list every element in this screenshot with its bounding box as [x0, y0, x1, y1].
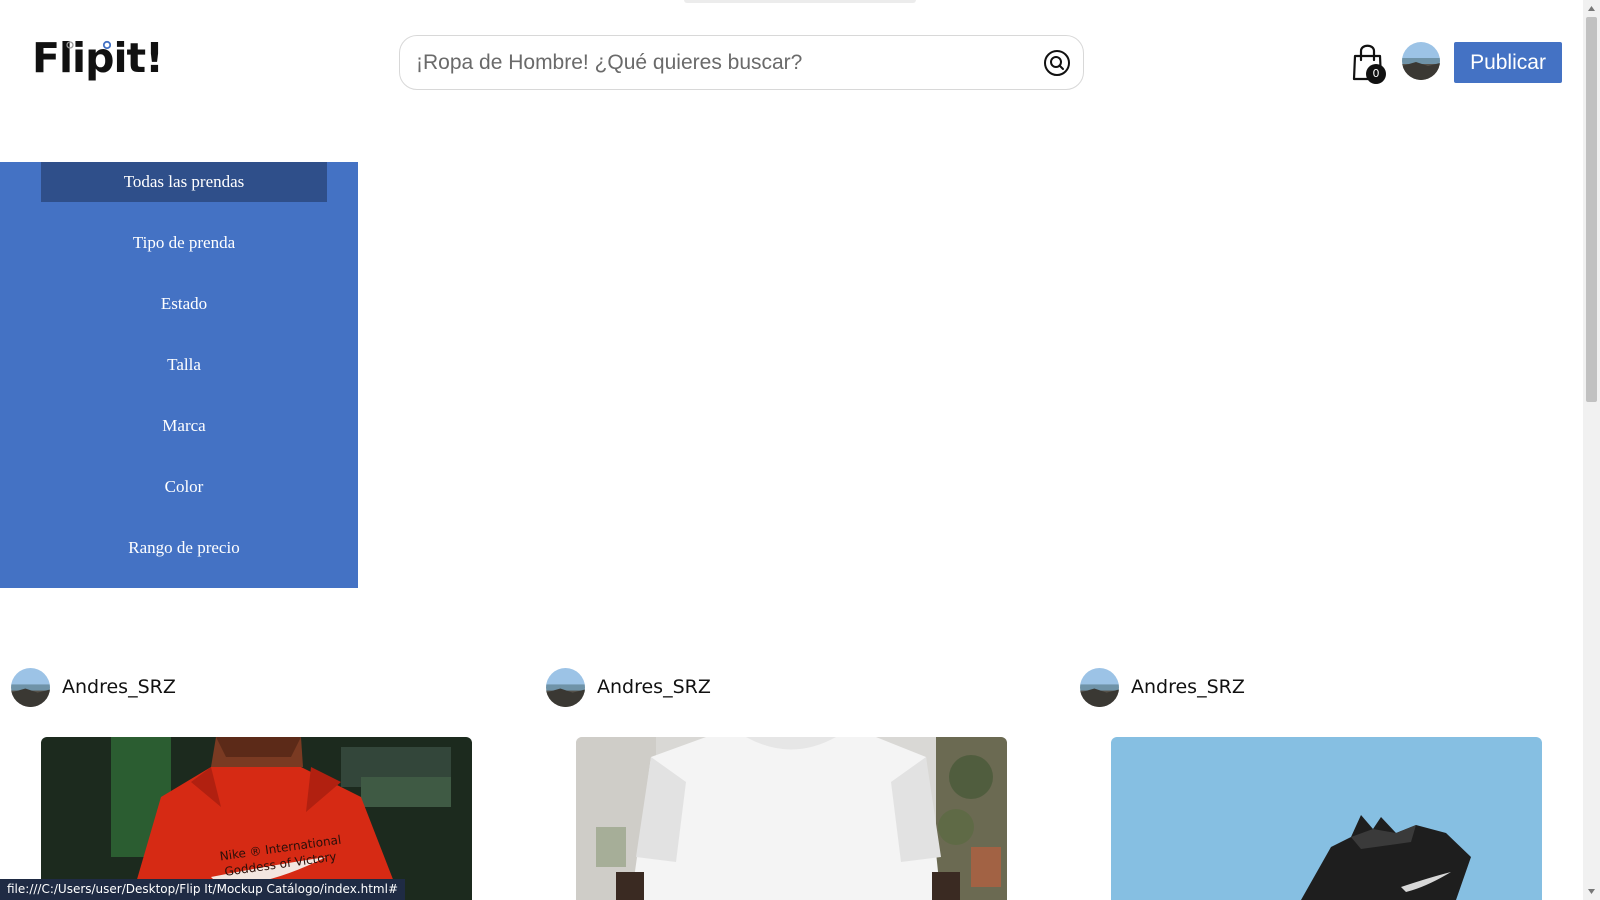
- seller-avatar[interactable]: [1080, 668, 1119, 707]
- sidebar-item-size[interactable]: Talla: [41, 345, 327, 385]
- sidebar-item-garment-type[interactable]: Tipo de prenda: [41, 223, 327, 263]
- sidebar-item-brand[interactable]: Marca: [41, 406, 327, 446]
- search-bar: [399, 35, 1084, 90]
- seller-name[interactable]: Andres_SRZ: [62, 676, 176, 698]
- cart-count-badge: 0: [1366, 64, 1386, 84]
- logo-rings-icon: [66, 40, 111, 50]
- seller-avatar[interactable]: [11, 668, 50, 707]
- red-hoodie-photo: Nike ® International Goddess of Victory: [41, 737, 472, 900]
- avatar-photo-icon: [1080, 668, 1119, 707]
- status-bar-url: file:///C:/Users/user/Desktop/Flip It/Mo…: [0, 879, 406, 900]
- product-image[interactable]: [576, 737, 1007, 900]
- product-image[interactable]: Nike ® International Goddess of Victory: [41, 737, 472, 900]
- publish-button[interactable]: Publicar: [1454, 42, 1562, 83]
- header: Flipit! 0 Publicar: [0, 0, 1583, 125]
- sidebar-item-price-range[interactable]: Rango de precio: [41, 528, 327, 568]
- scroll-up-arrow-icon[interactable]: [1583, 0, 1600, 17]
- search-icon[interactable]: [1043, 49, 1071, 77]
- vertical-scrollbar[interactable]: [1583, 0, 1600, 900]
- seller-name[interactable]: Andres_SRZ: [1131, 676, 1245, 698]
- filter-sidebar: Todas las prendas Tipo de prenda Estado …: [0, 162, 358, 588]
- scroll-down-arrow-icon[interactable]: [1583, 883, 1600, 900]
- product-image[interactable]: [1111, 737, 1542, 900]
- avatar-photo-icon: [11, 668, 50, 707]
- seller-avatar[interactable]: [546, 668, 585, 707]
- avatar-photo-icon: [1402, 42, 1440, 80]
- sidebar-item-condition[interactable]: Estado: [41, 284, 327, 324]
- sidebar-item-all-garments[interactable]: Todas las prendas: [41, 162, 327, 202]
- sidebar-item-color[interactable]: Color: [41, 467, 327, 507]
- scrollbar-thumb[interactable]: [1586, 17, 1597, 402]
- black-sneaker-photo: [1111, 737, 1542, 900]
- white-tshirt-photo: [576, 737, 1007, 900]
- user-avatar[interactable]: [1402, 42, 1440, 80]
- avatar-photo-icon: [546, 668, 585, 707]
- search-input[interactable]: [416, 48, 1016, 78]
- seller-name[interactable]: Andres_SRZ: [597, 676, 711, 698]
